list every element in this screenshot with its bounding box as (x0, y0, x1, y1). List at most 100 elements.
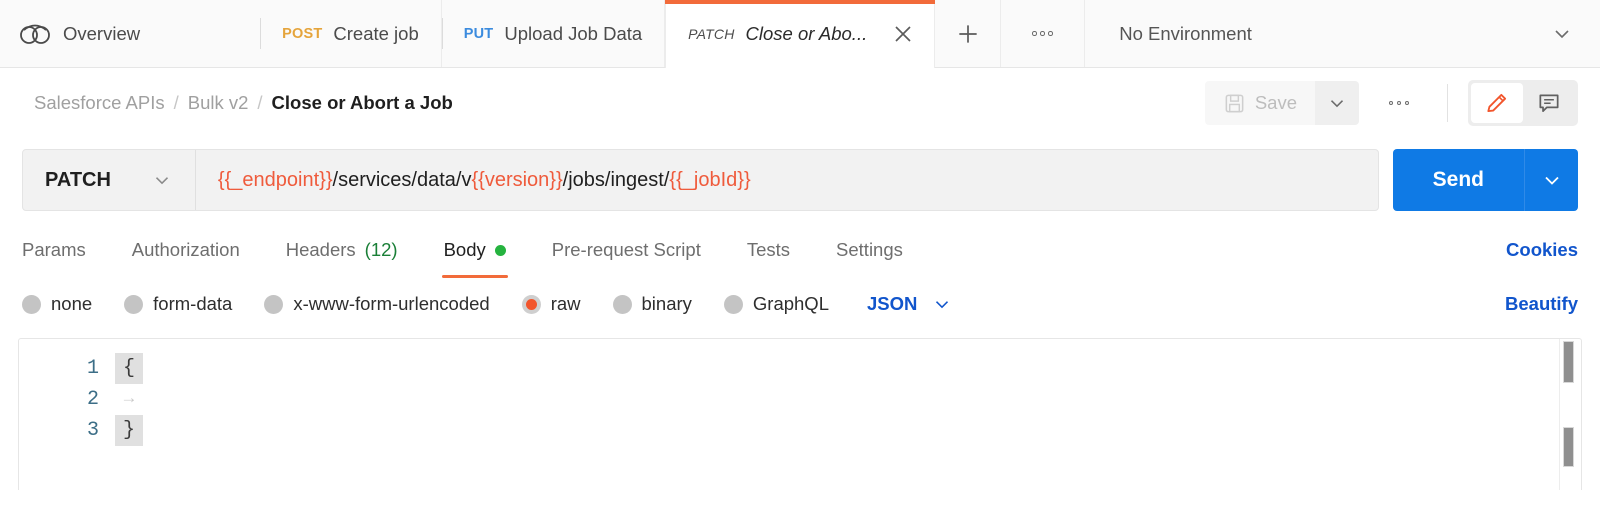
environment-selector[interactable]: No Environment (1085, 0, 1600, 67)
tab-pre-request-script[interactable]: Pre-request Script (552, 225, 701, 275)
scrollbar-thumb[interactable] (1563, 341, 1574, 383)
more-horizontal-icon (1032, 31, 1053, 36)
request-more-button[interactable] (1371, 81, 1427, 125)
body-type-none-label: none (51, 293, 92, 315)
body-type-row: none form-data x-www-form-urlencoded raw… (0, 278, 1600, 330)
url-segment-path-2: /jobs/ingest/ (563, 169, 670, 192)
tab-params-label: Params (22, 239, 86, 261)
tab-overview[interactable]: Overview (0, 0, 260, 67)
environment-label: No Environment (1119, 23, 1252, 45)
tab-tests[interactable]: Tests (747, 225, 790, 275)
tab-upload-job-data-label: Upload Job Data (504, 23, 642, 45)
http-method-selector[interactable]: PATCH (23, 150, 196, 210)
tab-pre-request-script-label: Pre-request Script (552, 239, 701, 261)
tab-create-job-label: Create job (333, 23, 418, 45)
chevron-down-icon (931, 293, 953, 315)
body-type-binary-label: binary (642, 293, 692, 315)
tab-overview-label: Overview (63, 23, 140, 45)
chevron-down-icon (151, 169, 173, 191)
open-brace: { (115, 353, 143, 384)
body-type-binary[interactable]: binary (613, 293, 692, 315)
body-code-editor[interactable]: 1 2 3 { → } "state":"UploadComplete" (18, 338, 1582, 490)
send-button[interactable]: Send (1393, 149, 1524, 211)
radio-icon (724, 295, 743, 314)
tab-settings-label: Settings (836, 239, 903, 261)
scrollbar-thumb-secondary[interactable] (1563, 427, 1574, 467)
tab-authorization-label: Authorization (132, 239, 240, 261)
tab-settings[interactable]: Settings (836, 225, 903, 275)
body-type-raw[interactable]: raw (522, 293, 581, 315)
breadcrumb-folder[interactable]: Bulk v2 (188, 92, 249, 114)
url-segment-path-1: /services/data/v (333, 169, 472, 192)
body-type-x-www-form-urlencoded[interactable]: x-www-form-urlencoded (264, 293, 489, 315)
breadcrumb-collection[interactable]: Salesforce APIs (34, 92, 165, 114)
send-options-button[interactable] (1524, 149, 1578, 211)
breadcrumb-request-title: Close or Abort a Job (272, 92, 453, 114)
radio-icon (613, 295, 632, 314)
editor-code[interactable]: "state":"UploadComplete" (143, 339, 1581, 490)
send-button-group: Send (1393, 149, 1578, 211)
beautify-link[interactable]: Beautify (1505, 293, 1578, 315)
tab-method-patch: PATCH (688, 26, 734, 42)
request-tabs: Params Authorization Headers (12) Body P… (0, 222, 1600, 278)
close-tab-icon[interactable] (888, 19, 918, 49)
tab-upload-job-data[interactable]: PUT Upload Job Data (442, 0, 665, 67)
breadcrumb-separator: / (174, 92, 179, 114)
tab-headers[interactable]: Headers (12) (286, 225, 398, 275)
postman-logo-icon (18, 20, 52, 48)
save-button[interactable]: Save (1205, 81, 1315, 125)
toolbar-divider (1447, 84, 1448, 122)
indent-guide-icon: → (115, 384, 143, 415)
tab-body[interactable]: Body (444, 225, 506, 275)
breadcrumb-separator: / (257, 92, 262, 114)
body-type-form-data[interactable]: form-data (124, 293, 232, 315)
save-dropdown-button[interactable] (1315, 81, 1359, 125)
url-bar: PATCH {{_endpoint}}/services/data/v{{ver… (22, 149, 1379, 211)
body-type-graphql[interactable]: GraphQL (724, 293, 829, 315)
tab-divider (260, 18, 261, 49)
tab-method-put: PUT (464, 26, 494, 42)
url-segment-endpoint-var: {{_endpoint}} (218, 169, 333, 192)
radio-icon (124, 295, 143, 314)
breadcrumb-row: Salesforce APIs / Bulk v2 / Close or Abo… (0, 68, 1600, 138)
tab-authorization[interactable]: Authorization (132, 225, 240, 275)
body-type-none[interactable]: none (22, 293, 92, 315)
body-type-form-data-label: form-data (153, 293, 232, 315)
radio-icon (22, 295, 41, 314)
body-format-label: JSON (867, 293, 917, 315)
editor-scrollbar[interactable] (1559, 339, 1575, 490)
tab-bar-more-button[interactable] (1001, 0, 1085, 67)
tab-params[interactable]: Params (22, 225, 86, 275)
code-line-1 (143, 415, 1581, 446)
url-input[interactable]: {{_endpoint}}/services/data/v{{version}}… (196, 150, 1378, 210)
body-type-urlencoded-label: x-www-form-urlencoded (293, 293, 489, 315)
line-number: 3 (19, 415, 115, 446)
comment-icon (1536, 90, 1562, 116)
body-type-graphql-label: GraphQL (753, 293, 829, 315)
tab-close-or-abort-a-job[interactable]: PATCH Close or Abo... (665, 0, 935, 68)
chevron-down-icon (1540, 168, 1564, 192)
url-segment-version-var: {{version}} (471, 169, 562, 192)
close-brace: } (115, 415, 143, 446)
line-number: 2 (19, 384, 115, 415)
url-segment-jobid-var: {{_jobId}} (669, 169, 750, 192)
body-format-selector[interactable]: JSON (867, 293, 953, 315)
tab-create-job[interactable]: POST Create job (260, 0, 442, 67)
chevron-down-icon (1550, 22, 1574, 46)
url-row: PATCH {{_endpoint}}/services/data/v{{ver… (0, 138, 1600, 222)
tab-body-label: Body (444, 239, 486, 261)
more-horizontal-icon (1389, 101, 1410, 106)
radio-icon (264, 295, 283, 314)
tab-divider (442, 18, 443, 49)
tab-bar: Overview POST Create job PUT Upload Job … (0, 0, 1600, 68)
save-label: Save (1255, 92, 1297, 114)
comments-button[interactable] (1523, 83, 1575, 123)
edit-mode-button[interactable] (1471, 83, 1523, 123)
view-mode-toggle (1468, 80, 1578, 126)
editor-line-numbers: 1 2 3 (19, 339, 115, 490)
http-method-label: PATCH (45, 169, 111, 192)
cookies-link[interactable]: Cookies (1506, 239, 1578, 261)
tab-tests-label: Tests (747, 239, 790, 261)
line-number: 1 (19, 353, 115, 384)
new-tab-button[interactable] (935, 0, 1001, 67)
